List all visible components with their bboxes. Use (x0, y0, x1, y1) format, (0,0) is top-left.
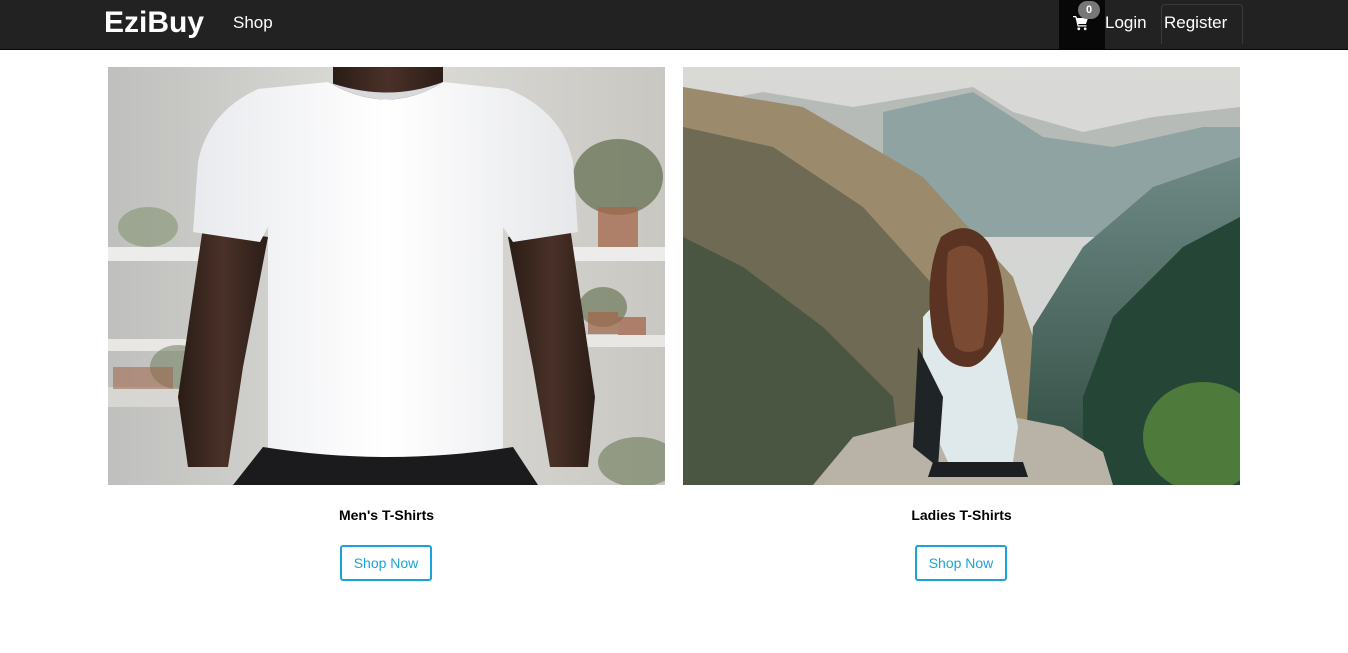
shop-now-button-men[interactable]: Shop Now (340, 545, 432, 581)
nav-register-label: Register (1164, 13, 1228, 32)
category-title-ladies: Ladies T-Shirts (911, 507, 1012, 523)
shop-now-button-ladies[interactable]: Shop Now (915, 545, 1007, 581)
cart-count-badge: 0 (1078, 1, 1100, 19)
category-card-men: Men's T-Shirts Shop Now (108, 67, 665, 581)
brand-logo[interactable]: EziBuy (104, 5, 204, 41)
ladies-tshirt-image[interactable] (683, 67, 1240, 485)
cart-button[interactable]: 0 (1059, 0, 1105, 50)
category-title-men: Men's T-Shirts (338, 507, 435, 523)
nav-link-register[interactable]: Register (1161, 4, 1243, 44)
mens-tshirt-image[interactable] (108, 67, 665, 485)
nav-link-login[interactable]: Login (1105, 13, 1147, 33)
category-card-ladies: Ladies T-Shirts Shop Now (683, 67, 1240, 581)
nav-link-shop[interactable]: Shop (233, 13, 273, 33)
top-navbar: EziBuy Shop 0 Login Register (0, 0, 1348, 50)
